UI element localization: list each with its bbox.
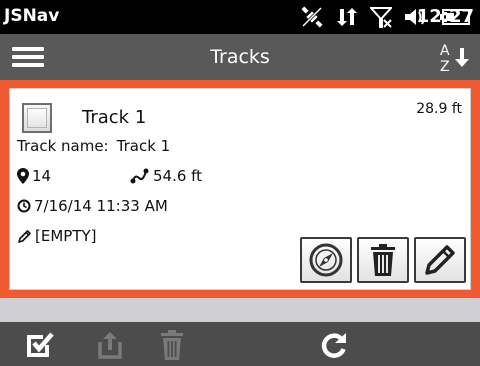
track-datetime: 7/16/14 11:33 AM bbox=[34, 197, 168, 215]
select-mode-button[interactable] bbox=[22, 328, 58, 362]
checkbox-select-icon bbox=[27, 332, 54, 357]
export-icon bbox=[98, 332, 122, 359]
track-size: 28.9 ft bbox=[416, 101, 462, 117]
route-icon bbox=[130, 168, 149, 184]
refresh-button[interactable] bbox=[316, 328, 352, 362]
track-distance-row: 54.6 ft bbox=[130, 167, 202, 185]
sort-label-a: A bbox=[440, 43, 450, 59]
track-title: Track 1 bbox=[82, 107, 147, 128]
status-app-name: JSNav bbox=[4, 6, 60, 26]
refresh-icon bbox=[321, 333, 346, 358]
data-transfer-icon bbox=[337, 8, 357, 26]
track-distance: 54.6 ft bbox=[153, 167, 203, 185]
bottom-toolbar bbox=[0, 322, 480, 366]
track-date-row: 7/16/14 11:33 AM bbox=[17, 197, 168, 215]
track-name-row: Track name: Track 1 bbox=[17, 137, 170, 155]
sort-label-z: Z bbox=[440, 59, 450, 75]
track-list-item[interactable]: Track 1 28.9 ft Track name: Track 1 14 54… bbox=[0, 80, 480, 298]
page-title: Tracks bbox=[210, 46, 270, 68]
track-points-row: 14 bbox=[17, 167, 51, 185]
compass-icon bbox=[309, 243, 343, 277]
track-select-checkbox[interactable] bbox=[22, 103, 52, 133]
tracks-list: Track 1 28.9 ft Track name: Track 1 14 54… bbox=[0, 80, 480, 322]
track-name-label: Track name: bbox=[17, 137, 109, 155]
list-empty-area bbox=[0, 298, 480, 322]
sort-az-icon: A Z bbox=[440, 43, 469, 75]
navigate-button[interactable] bbox=[300, 237, 352, 283]
gps-off-icon bbox=[301, 6, 323, 28]
track-note: [EMPTY] bbox=[35, 227, 97, 245]
track-name-value: Track 1 bbox=[116, 137, 171, 155]
export-button[interactable] bbox=[92, 328, 128, 362]
sort-button[interactable]: A Z bbox=[434, 40, 474, 76]
track-card: Track 1 28.9 ft Track name: Track 1 14 54… bbox=[9, 88, 471, 290]
track-note-row: [EMPTY] bbox=[17, 227, 97, 245]
clock-icon bbox=[17, 199, 31, 213]
app-header: Tracks A Z bbox=[0, 34, 480, 80]
status-time: 12:27 bbox=[416, 6, 474, 27]
signal-off-icon bbox=[370, 7, 392, 28]
track-points: 14 bbox=[32, 167, 52, 185]
status-bar: JSNav 12:27 bbox=[0, 0, 480, 34]
delete-track-button[interactable] bbox=[357, 237, 409, 283]
edit-pencil-icon bbox=[425, 245, 455, 275]
map-pin-icon bbox=[17, 168, 29, 184]
delete-selected-button[interactable] bbox=[154, 328, 190, 362]
edit-track-button[interactable] bbox=[414, 237, 466, 283]
pencil-icon bbox=[18, 229, 31, 243]
trash-icon bbox=[371, 244, 395, 276]
trash-icon bbox=[161, 330, 183, 360]
